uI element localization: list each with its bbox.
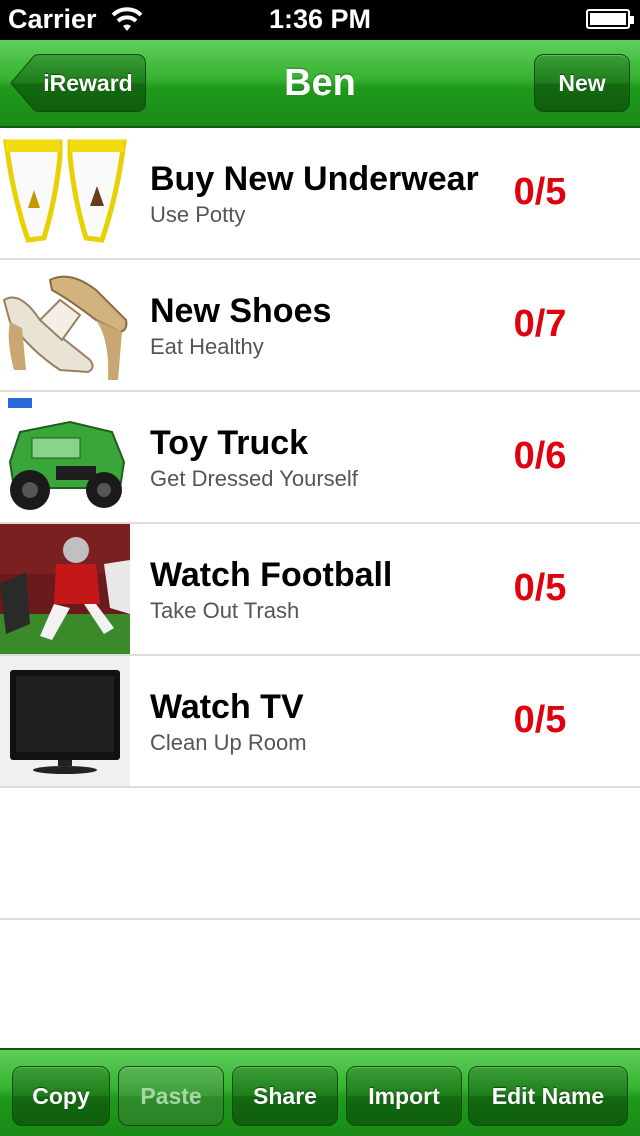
navigation-bar: iReward Ben New xyxy=(0,40,640,128)
reward-title: Toy Truck xyxy=(150,424,309,462)
progress-count: 0/5 xyxy=(513,699,567,741)
list-item[interactable]: New Shoes Eat Healthy 0/7 xyxy=(0,260,640,392)
reward-list: Buy New Underwear Use Potty 0/5 New Shoe… xyxy=(0,128,640,920)
task-subtitle: Eat Healthy xyxy=(150,334,264,359)
underwear-image xyxy=(0,128,130,258)
reward-title: Watch TV xyxy=(150,688,304,726)
tv-image xyxy=(0,656,130,786)
progress-count: 0/5 xyxy=(513,171,567,213)
import-button[interactable]: Import xyxy=(346,1066,462,1126)
reward-title: Watch Football xyxy=(150,556,393,594)
toy-truck-image xyxy=(0,392,130,522)
football-image xyxy=(0,524,130,654)
reward-title: New Shoes xyxy=(150,292,332,330)
battery-level xyxy=(590,13,626,25)
new-button[interactable]: New xyxy=(534,54,630,112)
empty-row xyxy=(0,788,640,920)
task-subtitle: Take Out Trash xyxy=(150,598,300,623)
list-item[interactable]: Buy New Underwear Use Potty 0/5 xyxy=(0,128,640,260)
list-item[interactable]: Watch Football Take Out Trash 0/5 xyxy=(0,524,640,656)
list-item[interactable]: Toy Truck Get Dressed Yourself 0/6 xyxy=(0,392,640,524)
list-item[interactable]: Watch TV Clean Up Room 0/5 xyxy=(0,656,640,788)
share-button[interactable]: Share xyxy=(232,1066,338,1126)
progress-count: 0/5 xyxy=(513,567,567,609)
task-subtitle: Get Dressed Yourself xyxy=(150,466,358,491)
task-subtitle: Clean Up Room xyxy=(150,730,307,755)
progress-count: 0/6 xyxy=(513,435,567,477)
status-time: 1:36 PM xyxy=(268,4,372,34)
status-bar: Carrier 1:36 PM xyxy=(0,0,640,40)
battery-icon xyxy=(586,9,634,29)
edit-name-button[interactable]: Edit Name xyxy=(468,1066,628,1126)
task-subtitle: Use Potty xyxy=(150,202,246,227)
bottom-toolbar: Copy Paste Share Import Edit Name xyxy=(0,1048,640,1136)
reward-title: Buy New Underwear xyxy=(150,160,479,198)
copy-button[interactable]: Copy xyxy=(12,1066,110,1126)
paste-button[interactable]: Paste xyxy=(118,1066,224,1126)
shoes-image xyxy=(0,260,130,390)
progress-count: 0/7 xyxy=(513,303,567,345)
